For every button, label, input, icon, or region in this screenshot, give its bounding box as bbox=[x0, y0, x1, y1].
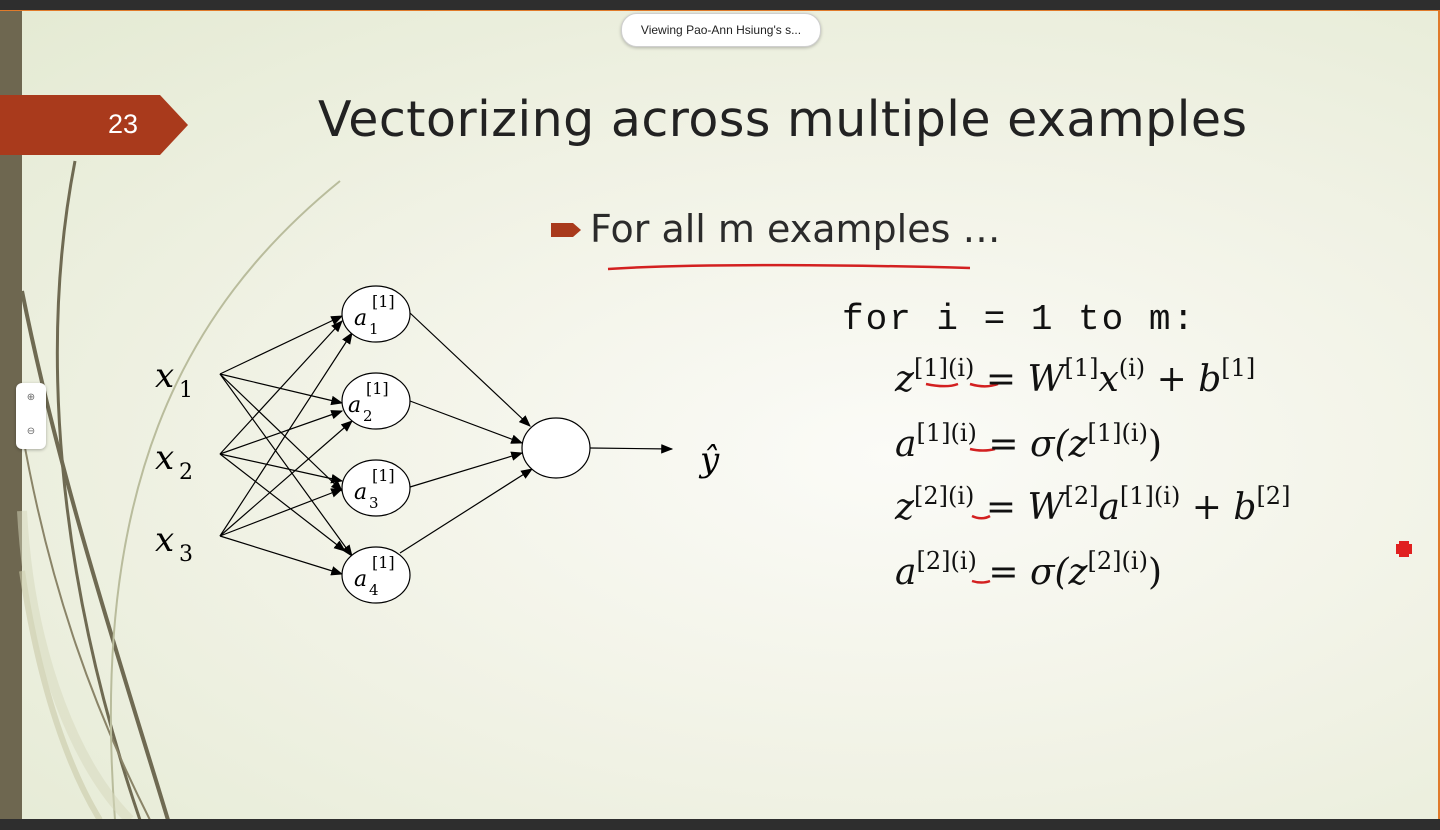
zoom-out-icon[interactable]: ⊖ bbox=[24, 425, 38, 439]
hidden-a4-sub: 4 bbox=[369, 581, 379, 599]
zoom-control: ⊕ ⊖ bbox=[16, 383, 46, 449]
hidden-a1-sub: 1 bbox=[369, 320, 379, 338]
equation-1: z[1](i) = W[1]x(i) + b[1] bbox=[895, 354, 1256, 400]
equation-2: a[1](i) = σ(z[1](i)) bbox=[895, 419, 1162, 465]
input-sub-2: 2 bbox=[179, 460, 193, 485]
top-bar bbox=[0, 0, 1440, 10]
slide-canvas: 23 Vectorizing across multiple examples … bbox=[0, 10, 1440, 819]
input-sub-3: 3 bbox=[179, 542, 193, 567]
hidden-a4: a bbox=[354, 567, 367, 592]
hidden-a2: a bbox=[348, 393, 361, 418]
equation-3: z[2](i) = W[2]a[1](i) + b[2] bbox=[895, 482, 1291, 528]
input-x1: x bbox=[155, 356, 174, 396]
equation-4: a[2](i) = σ(z[2](i)) bbox=[895, 547, 1162, 593]
bottom-bar bbox=[0, 819, 1440, 830]
svg-text:x: x bbox=[155, 520, 174, 560]
svg-text:x: x bbox=[155, 438, 174, 478]
for-loop-code: for i = 1 to m: bbox=[842, 299, 1197, 340]
screen-share-indicator[interactable]: Viewing Pao-Ann Hsiung's s... bbox=[621, 13, 821, 47]
svg-text:x: x bbox=[155, 356, 174, 396]
neural-network-diagram: x 1 x 2 x 3 a [1] 1 a [1] 2 a [1] 3 a [1… bbox=[155, 285, 720, 604]
hidden-a2-sub: 2 bbox=[363, 407, 373, 425]
hidden-a4-sup: [1] bbox=[372, 553, 395, 572]
input-sub-1: 1 bbox=[179, 378, 193, 403]
hidden-a1-sup: [1] bbox=[372, 292, 395, 311]
input-x3: x bbox=[155, 520, 174, 560]
output-yhat: ŷ bbox=[698, 440, 720, 480]
hidden-a2-sup: [1] bbox=[366, 379, 389, 398]
hidden-a3-sup: [1] bbox=[372, 466, 395, 485]
hidden-a3-sub: 3 bbox=[369, 494, 379, 512]
hidden-a3: a bbox=[354, 480, 367, 505]
zoom-in-icon[interactable]: ⊕ bbox=[24, 391, 38, 405]
hidden-a1: a bbox=[354, 306, 367, 331]
input-x2: x bbox=[155, 438, 174, 478]
